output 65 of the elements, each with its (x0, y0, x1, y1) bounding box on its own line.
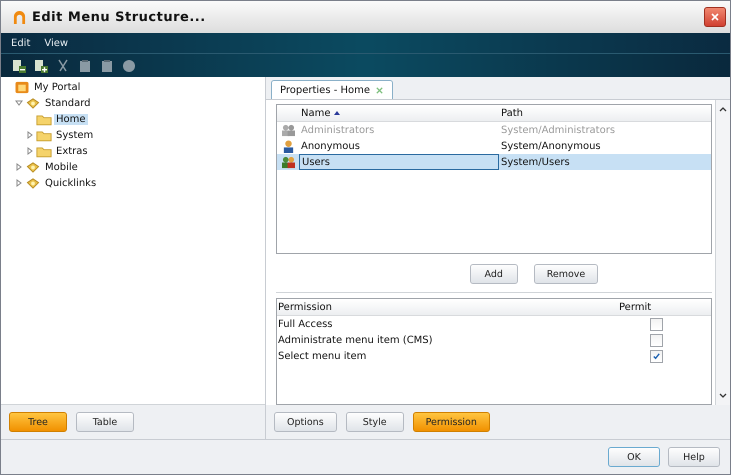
column-header[interactable]: Permission (277, 302, 617, 312)
tree-item[interactable]: My Portal (32, 82, 82, 92)
toolbar-button[interactable] (11, 58, 26, 73)
properties-tab[interactable]: Properties - Home (271, 80, 394, 99)
tree-item[interactable]: Standard (43, 98, 92, 108)
toolbar-button[interactable] (33, 58, 48, 73)
arch-icon (13, 10, 26, 24)
close-icon (710, 12, 720, 22)
page-minus-icon (12, 58, 26, 72)
user-group-icon (280, 156, 296, 168)
paste-icon (100, 58, 114, 72)
table-cell-text: System/Anonymous (500, 140, 602, 152)
portal-icon (14, 80, 30, 94)
page-plus-icon (34, 58, 48, 72)
section-button[interactable]: Permission (412, 412, 490, 432)
table-cell: Users (299, 154, 499, 170)
expand-icon[interactable] (14, 179, 22, 187)
collapse-icon[interactable] (14, 99, 22, 107)
folder-icon (36, 128, 52, 142)
permission-label: Full Access (277, 318, 334, 330)
checkbox[interactable] (650, 334, 662, 346)
table-action-button[interactable]: Remove (534, 264, 598, 284)
close-icon[interactable] (375, 86, 384, 94)
copy-icon (78, 58, 92, 72)
menu-item[interactable]: Edit (11, 38, 30, 48)
table-cell-text: System/Administrators (500, 124, 616, 136)
tab-label: Properties - Home (280, 84, 370, 96)
permission-label: Select menu item (277, 350, 368, 362)
table-row[interactable]: Users System/Users (277, 154, 711, 170)
expand-icon[interactable] (26, 131, 34, 139)
scroll-bar[interactable] (715, 100, 730, 405)
tree-item[interactable]: Extras (54, 146, 90, 156)
tree-item[interactable]: Mobile (43, 162, 80, 172)
column-header[interactable]: Path (499, 108, 711, 118)
view-toggle-button[interactable]: Table (76, 412, 134, 432)
user-group-icon (280, 124, 296, 136)
window-title: Edit Menu Structure... (32, 10, 207, 24)
tree-item[interactable]: System (54, 130, 96, 140)
folder-icon (36, 144, 52, 158)
close-button[interactable] (704, 7, 726, 27)
menu-item[interactable]: View (44, 38, 68, 48)
sort-icon (334, 111, 340, 115)
column-header[interactable]: Permit (617, 302, 711, 312)
section-button[interactable]: Style (346, 412, 404, 432)
dialog-button[interactable]: Help (668, 447, 720, 467)
checkbox[interactable] (650, 318, 662, 330)
table-cell-text: Administrators (300, 124, 376, 138)
checkbox[interactable] (650, 350, 662, 362)
section-button[interactable]: Options (274, 412, 337, 432)
table-action-button[interactable]: Add (470, 264, 518, 284)
tree-item[interactable]: Home (54, 114, 88, 124)
expand-icon[interactable] (14, 163, 22, 171)
tree-item[interactable]: Quicklinks (43, 178, 98, 188)
dialog-button[interactable]: OK (608, 447, 660, 467)
view-toggle-button[interactable]: Tree (9, 412, 67, 432)
folder-icon (36, 112, 52, 126)
table-cell-text: System/Users (500, 156, 571, 168)
table-cell-text: Anonymous (300, 140, 361, 154)
expand-icon[interactable] (26, 147, 34, 155)
table-row[interactable]: Anonymous System/Anonymous (277, 138, 711, 154)
permission-label: Administrate menu item (CMS) (277, 334, 434, 346)
check-icon (652, 352, 660, 360)
delete-icon (122, 58, 136, 72)
cut-icon (56, 58, 70, 72)
column-header[interactable]: Name (299, 105, 499, 121)
